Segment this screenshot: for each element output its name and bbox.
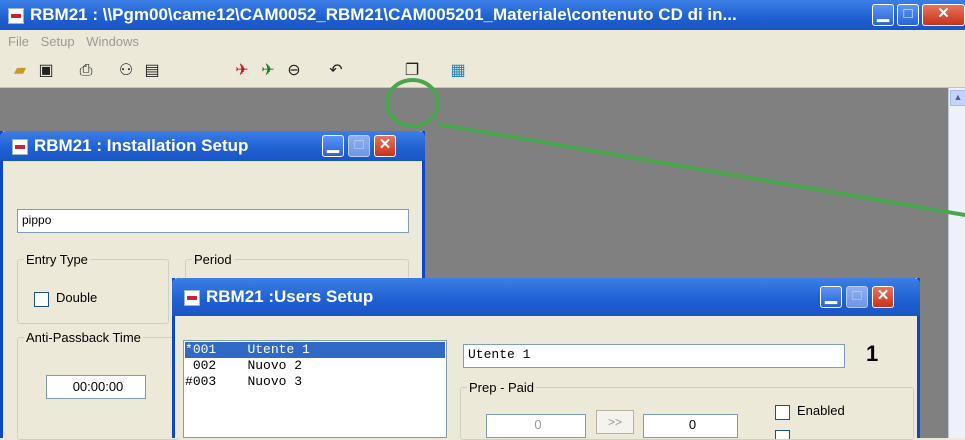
enabled-label: Enabled (797, 403, 845, 418)
main-window-title: RBM21 : \\Pgm00\came12\CAM0052_RBM21\CAM… (30, 5, 737, 24)
maximize-icon: □ (348, 135, 370, 157)
app-icon (12, 139, 28, 155)
paid-value-field[interactable]: 0 (643, 414, 738, 438)
minimize-icon[interactable]: ▁ (322, 135, 344, 157)
users-setup-title: RBM21 :Users Setup (206, 287, 374, 306)
floppy-blue-icon[interactable]: ▦ (446, 60, 470, 82)
double-label: Double (56, 290, 98, 305)
menu-setup[interactable]: Setup (41, 34, 75, 49)
close-icon[interactable]: ✕ (922, 4, 965, 26)
prep-value-field[interactable]: 0 (486, 414, 586, 438)
menu-bar: File Setup Windows (0, 30, 965, 54)
close-icon[interactable]: ✕ (872, 286, 894, 308)
close-icon[interactable]: ✕ (374, 135, 396, 157)
anti-passback-time-field[interactable]: 00:00:00 (46, 375, 146, 399)
menu-windows[interactable]: Windows (86, 34, 139, 49)
list-item[interactable]: 002 Nuovo 2 (185, 358, 445, 374)
prep-paid-label: Prep - Paid (469, 380, 535, 395)
users-setup-title-bar[interactable]: RBM21 :Users Setup ▁ □ ✕ (172, 278, 920, 316)
vertical-scrollbar[interactable]: ▲ (948, 88, 965, 438)
menu-file[interactable]: File (8, 34, 29, 49)
app-icon (8, 8, 24, 24)
anti-passback-label: Anti-Passback Time (26, 330, 141, 345)
app-icon (184, 290, 200, 306)
minus-circle-icon[interactable]: ⊖ (282, 60, 306, 82)
minimize-icon[interactable]: ▁ (820, 286, 842, 308)
name-field[interactable]: pippo (17, 209, 409, 233)
main-title-bar[interactable]: RBM21 : \\Pgm00\came12\CAM0052_RBM21\CAM… (0, 0, 965, 30)
maximize-icon[interactable]: □ (897, 4, 919, 26)
open-folder-icon[interactable]: ▰ (8, 60, 32, 82)
pin-green-icon[interactable]: ✈ (256, 60, 280, 82)
users-list[interactable]: *001 Utente 1 002 Nuovo 2 #003 Nuovo 3 (183, 340, 447, 438)
installation-setup-title-bar[interactable]: RBM21 : Installation Setup ▁ □ ✕ (0, 131, 425, 161)
list-item[interactable]: *001 Utente 1 (185, 342, 445, 358)
installation-setup-title: RBM21 : Installation Setup (34, 136, 249, 155)
list-item[interactable]: #003 Nuovo 3 (185, 374, 445, 390)
properties-icon[interactable]: ▤ (140, 60, 164, 82)
enabled-checkbox[interactable] (775, 405, 790, 420)
user-number: 1 (866, 341, 879, 366)
minimize-icon[interactable]: ▁ (872, 4, 894, 26)
period-group: Period (185, 252, 409, 280)
entry-type-label: Entry Type (26, 252, 88, 267)
entry-type-group: Entry Type (17, 252, 169, 324)
double-checkbox[interactable] (34, 292, 49, 307)
print-icon[interactable]: ⎙ (74, 60, 98, 82)
user-name-field[interactable]: Utente 1 (463, 344, 845, 368)
scroll-up-icon[interactable]: ▲ (950, 90, 965, 106)
maximize-icon: □ (846, 286, 868, 308)
save-icon[interactable]: ▣ (34, 60, 58, 82)
annotation-circle (385, 78, 440, 128)
pin-red-icon[interactable]: ✈ (230, 60, 254, 82)
undo-icon[interactable]: ↶ (324, 60, 348, 82)
toolbar: ▰ ▣ ⎙ ⚇ ▤ ✈ ✈ ⊖ ↶ ❐ ▦ (0, 54, 965, 88)
transfer-button[interactable]: >> (596, 410, 634, 434)
network-icon[interactable]: ⚇ (114, 60, 138, 82)
period-label: Period (194, 252, 232, 267)
